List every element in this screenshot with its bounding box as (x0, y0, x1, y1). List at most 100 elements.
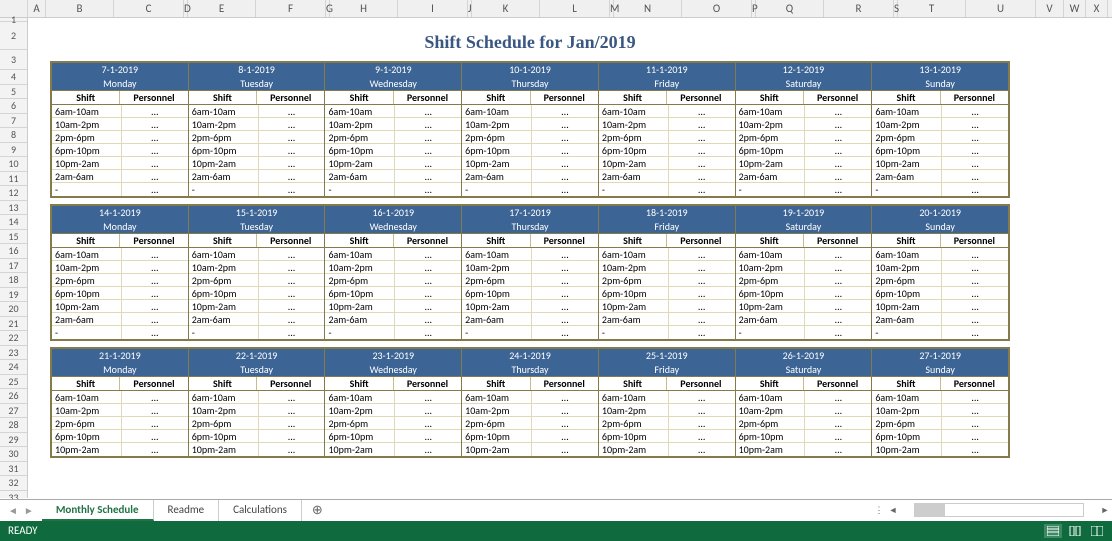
scrollbar-thumb[interactable] (915, 504, 945, 516)
shift-time-cell[interactable]: 2pm-6pm (462, 131, 532, 143)
shift-row[interactable]: 6am-10am... (462, 248, 598, 261)
shift-row[interactable]: 6pm-10pm... (52, 287, 188, 300)
shift-row[interactable]: 6am-10am... (189, 391, 325, 404)
personnel-cell[interactable]: ... (259, 183, 325, 196)
row-header-15[interactable]: 15 (0, 230, 27, 245)
shift-row[interactable]: -... (189, 183, 325, 196)
personnel-cell[interactable]: ... (259, 144, 325, 156)
personnel-cell[interactable]: ... (122, 131, 188, 143)
personnel-cell[interactable]: ... (805, 313, 871, 325)
personnel-cell[interactable]: ... (942, 287, 1008, 299)
shift-row[interactable]: 10pm-2am... (872, 300, 1008, 313)
personnel-cell[interactable]: ... (942, 274, 1008, 286)
shift-row[interactable]: 10pm-2am... (189, 443, 325, 456)
shift-row[interactable]: 2am-6am... (599, 313, 735, 326)
shift-time-cell[interactable]: 6pm-10pm (52, 144, 122, 156)
row-header-3[interactable]: 3 (0, 50, 27, 70)
personnel-cell[interactable]: ... (395, 313, 461, 325)
shift-time-cell[interactable]: 2am-6am (599, 170, 669, 182)
shift-time-cell[interactable]: 2am-6am (872, 170, 942, 182)
shift-time-cell[interactable]: 2pm-6pm (736, 417, 806, 429)
personnel-cell[interactable]: ... (395, 157, 461, 169)
row-header-12[interactable]: 12 (0, 186, 27, 201)
personnel-cell[interactable]: ... (532, 183, 598, 196)
row-header-30[interactable]: 30 (0, 447, 27, 462)
column-header-K[interactable]: K (472, 0, 540, 17)
shift-time-cell[interactable]: 2pm-6pm (189, 274, 259, 286)
row-header-20[interactable]: 20 (0, 302, 27, 317)
personnel-cell[interactable]: ... (259, 248, 325, 260)
shift-row[interactable]: 6pm-10pm... (872, 287, 1008, 300)
shift-row[interactable]: 10pm-2am... (52, 300, 188, 313)
personnel-cell[interactable]: ... (669, 287, 735, 299)
scrollbar-track[interactable] (914, 503, 1084, 517)
personnel-cell[interactable]: ... (122, 118, 188, 130)
personnel-cell[interactable]: ... (395, 326, 461, 339)
personnel-cell[interactable]: ... (259, 287, 325, 299)
shift-time-cell[interactable]: 6am-10am (325, 391, 395, 403)
shift-row[interactable]: 10pm-2am... (52, 443, 188, 456)
personnel-cell[interactable]: ... (805, 287, 871, 299)
personnel-cell[interactable]: ... (805, 443, 871, 456)
shift-row[interactable]: 10pm-2am... (189, 157, 325, 170)
personnel-cell[interactable]: ... (259, 118, 325, 130)
row-header-14[interactable]: 14 (0, 215, 27, 230)
shift-time-cell[interactable]: 10am-2pm (736, 118, 806, 130)
shift-time-cell[interactable]: 10am-2pm (52, 261, 122, 273)
personnel-cell[interactable]: ... (669, 326, 735, 339)
personnel-cell[interactable]: ... (669, 248, 735, 260)
row-header-22[interactable]: 22 (0, 331, 27, 346)
shift-row[interactable]: 6pm-10pm... (599, 144, 735, 157)
shift-row[interactable]: 2am-6am... (462, 170, 598, 183)
shift-time-cell[interactable]: 6am-10am (52, 391, 122, 403)
personnel-cell[interactable]: ... (942, 170, 1008, 182)
shift-time-cell[interactable]: 6pm-10pm (872, 430, 942, 442)
shift-time-cell[interactable]: 10pm-2am (736, 300, 806, 312)
shift-time-cell[interactable]: 10pm-2am (189, 443, 259, 456)
shift-row[interactable]: -... (736, 326, 872, 339)
personnel-cell[interactable]: ... (669, 313, 735, 325)
shift-row[interactable]: 2am-6am... (189, 313, 325, 326)
shift-row[interactable]: -... (325, 326, 461, 339)
shift-time-cell[interactable]: 2pm-6pm (325, 417, 395, 429)
row-header-28[interactable]: 28 (0, 418, 27, 433)
shift-time-cell[interactable]: 2pm-6pm (599, 274, 669, 286)
personnel-cell[interactable]: ... (669, 183, 735, 196)
personnel-cell[interactable]: ... (122, 144, 188, 156)
personnel-cell[interactable]: ... (669, 144, 735, 156)
shift-time-cell[interactable]: 6pm-10pm (599, 287, 669, 299)
shift-row[interactable]: 2pm-6pm... (325, 274, 461, 287)
shift-row[interactable]: 10pm-2am... (189, 300, 325, 313)
shift-time-cell[interactable]: 2pm-6pm (52, 274, 122, 286)
shift-row[interactable]: 10am-2pm... (325, 261, 461, 274)
personnel-cell[interactable]: ... (395, 391, 461, 403)
shift-time-cell[interactable]: 6am-10am (462, 105, 532, 117)
column-header-R[interactable]: R (824, 0, 894, 17)
row-header-32[interactable]: 32 (0, 476, 27, 491)
scroll-left-icon[interactable]: ◄ (886, 505, 900, 516)
shift-row[interactable]: 6am-10am... (872, 105, 1008, 118)
shift-time-cell[interactable]: 10pm-2am (189, 157, 259, 169)
shift-time-cell[interactable]: 10am-2pm (189, 404, 259, 416)
shift-row[interactable]: 2pm-6pm... (872, 131, 1008, 144)
row-header-6[interactable]: 6 (0, 99, 27, 114)
shift-row[interactable]: 10am-2pm... (462, 118, 598, 131)
shift-time-cell[interactable]: 6pm-10pm (872, 144, 942, 156)
shift-row[interactable]: 10pm-2am... (872, 443, 1008, 456)
personnel-cell[interactable]: ... (805, 183, 871, 196)
personnel-cell[interactable]: ... (259, 300, 325, 312)
personnel-cell[interactable]: ... (805, 430, 871, 442)
personnel-cell[interactable]: ... (122, 261, 188, 273)
shift-row[interactable]: 10am-2pm... (736, 404, 872, 417)
shift-time-cell[interactable]: 6pm-10pm (325, 287, 395, 299)
personnel-cell[interactable]: ... (532, 391, 598, 403)
shift-time-cell[interactable]: 10am-2pm (872, 261, 942, 273)
shift-row[interactable]: 6am-10am... (872, 391, 1008, 404)
personnel-cell[interactable]: ... (122, 170, 188, 182)
shift-time-cell[interactable]: 2pm-6pm (872, 274, 942, 286)
personnel-cell[interactable]: ... (805, 326, 871, 339)
shift-row[interactable]: 10am-2pm... (736, 118, 872, 131)
personnel-cell[interactable]: ... (942, 300, 1008, 312)
shift-row[interactable]: 6am-10am... (462, 105, 598, 118)
row-header-2[interactable]: 2 (0, 22, 27, 50)
